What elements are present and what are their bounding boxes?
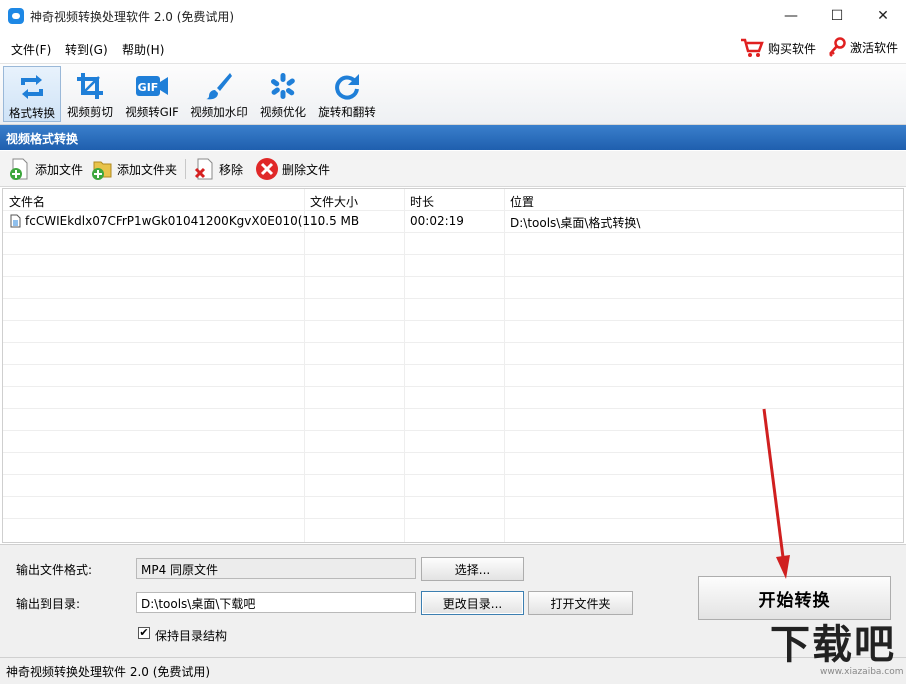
- shopping-cart-icon: [741, 38, 764, 57]
- watermark-url: www.xiazaiba.com: [820, 667, 904, 677]
- keep-structure-label: 保持目录结构: [155, 629, 228, 643]
- add-file-label: 添加文件: [35, 162, 84, 177]
- activate-software-label: 激活软件: [850, 40, 899, 55]
- add-file-icon: [10, 158, 28, 180]
- minimize-button[interactable]: —: [768, 0, 814, 32]
- output-format-field: MP4 同原文件: [136, 558, 416, 579]
- column-divider: [304, 189, 305, 542]
- row-divider: [3, 320, 903, 321]
- section-header: 视频格式转换: [0, 125, 906, 150]
- remove-label: 移除: [219, 162, 244, 177]
- key-icon: [829, 37, 846, 57]
- tool-video-cut[interactable]: 视频剪切: [63, 66, 117, 122]
- tool-video-optimize[interactable]: 视频优化: [256, 66, 310, 122]
- row-divider: [3, 254, 903, 255]
- tool-video-watermark-label: 视频加水印: [190, 105, 248, 119]
- annotation-arrow-icon: [762, 408, 790, 579]
- tool-format-convert-label: 格式转换: [9, 106, 55, 120]
- row-divider: [3, 276, 903, 277]
- add-folder-button[interactable]: 添加文件夹: [90, 157, 177, 181]
- close-button[interactable]: ✕: [860, 0, 906, 32]
- keep-structure-checkbox[interactable]: ✔: [138, 627, 150, 639]
- tool-video-optimize-label: 视频优化: [260, 105, 306, 119]
- file-icon: [10, 214, 21, 228]
- remove-file-icon: [194, 158, 213, 180]
- file-size-cell: 10.5 MB: [310, 214, 360, 228]
- column-header-filename[interactable]: 文件名: [9, 193, 45, 210]
- add-file-button[interactable]: 添加文件: [8, 157, 83, 181]
- row-divider: [3, 298, 903, 299]
- main-toolbar: 格式转换 视频剪切 GIF 视频转GIF 视频加水印 视频优化 旋转和翻转: [0, 64, 906, 125]
- output-dir-label: 输出到目录:: [16, 597, 81, 611]
- sparkle-icon: [266, 69, 300, 103]
- row-divider: [3, 364, 903, 365]
- window-title: 神奇视频转换处理软件 2.0 (免费试用): [30, 10, 235, 24]
- menu-help[interactable]: 帮助(H): [122, 41, 164, 58]
- column-header-location[interactable]: 位置: [510, 193, 534, 210]
- section-title: 视频格式转换: [6, 132, 79, 146]
- open-folder-button[interactable]: 打开文件夹: [528, 591, 633, 615]
- buy-software-button[interactable]: 购买软件: [740, 37, 816, 59]
- choose-format-button[interactable]: 选择...: [421, 557, 524, 581]
- column-divider: [404, 189, 405, 542]
- output-dir-input[interactable]: D:\tools\桌面\下载吧: [136, 592, 416, 613]
- add-folder-icon: [92, 161, 112, 180]
- app-logo-icon: [8, 8, 24, 24]
- column-divider: [504, 189, 505, 542]
- tool-video-cut-label: 视频剪切: [67, 105, 113, 119]
- output-format-label: 输出文件格式:: [16, 563, 93, 577]
- remove-button[interactable]: 移除: [192, 157, 243, 181]
- buy-software-label: 购买软件: [768, 41, 817, 56]
- tool-format-convert[interactable]: 格式转换: [3, 66, 61, 122]
- row-divider: [3, 342, 903, 343]
- watermark-logo: 下载吧: [770, 622, 896, 668]
- add-folder-label: 添加文件夹: [117, 162, 178, 177]
- menu-bar: 文件(F) 转到(G) 帮助(H) 购买软件 激活软件: [0, 32, 906, 64]
- tool-video-to-gif-label: 视频转GIF: [125, 105, 179, 119]
- menu-file[interactable]: 文件(F): [11, 41, 51, 58]
- tool-rotate-flip[interactable]: 旋转和翻转: [314, 66, 380, 122]
- crop-icon: [73, 69, 107, 103]
- convert-arrows-icon: [15, 70, 49, 104]
- brush-icon: [202, 69, 236, 103]
- action-bar: 添加文件 添加文件夹 移除 删除文件: [0, 151, 906, 187]
- gif-icon-text: GIF: [138, 81, 159, 94]
- table-row[interactable]: fcCWIEkdlx07CFrP1wGk01041200KgvX0E010(1.…: [3, 211, 903, 232]
- column-header-duration[interactable]: 时长: [410, 193, 434, 210]
- tool-rotate-flip-label: 旋转和翻转: [318, 105, 376, 119]
- row-divider: [3, 232, 903, 233]
- toolbar-divider: [185, 159, 186, 179]
- duration-cell: 00:02:19: [410, 214, 464, 228]
- rotate-icon: [330, 69, 364, 103]
- row-divider: [3, 386, 903, 387]
- file-name-cell: fcCWIEkdlx07CFrP1wGk01041200KgvX0E010(1.…: [25, 214, 322, 228]
- delete-file-label: 删除文件: [282, 162, 331, 177]
- location-cell: D:\tools\桌面\格式转换\: [510, 216, 641, 230]
- change-dir-button[interactable]: 更改目录...: [421, 591, 524, 615]
- status-text: 神奇视频转换处理软件 2.0 (免费试用): [6, 665, 211, 679]
- menu-goto[interactable]: 转到(G): [65, 41, 108, 58]
- delete-circle-icon: [256, 158, 278, 180]
- delete-file-button[interactable]: 删除文件: [255, 157, 330, 181]
- gif-icon: GIF: [135, 69, 169, 103]
- column-header-filesize[interactable]: 文件大小: [310, 193, 358, 210]
- maximize-button[interactable]: ☐: [814, 0, 860, 32]
- tool-video-to-gif[interactable]: GIF 视频转GIF: [121, 66, 183, 122]
- activate-software-button[interactable]: 激活软件: [828, 37, 898, 57]
- title-bar: 神奇视频转换处理软件 2.0 (免费试用) — ☐ ✕: [0, 0, 906, 32]
- tool-video-watermark[interactable]: 视频加水印: [187, 66, 251, 122]
